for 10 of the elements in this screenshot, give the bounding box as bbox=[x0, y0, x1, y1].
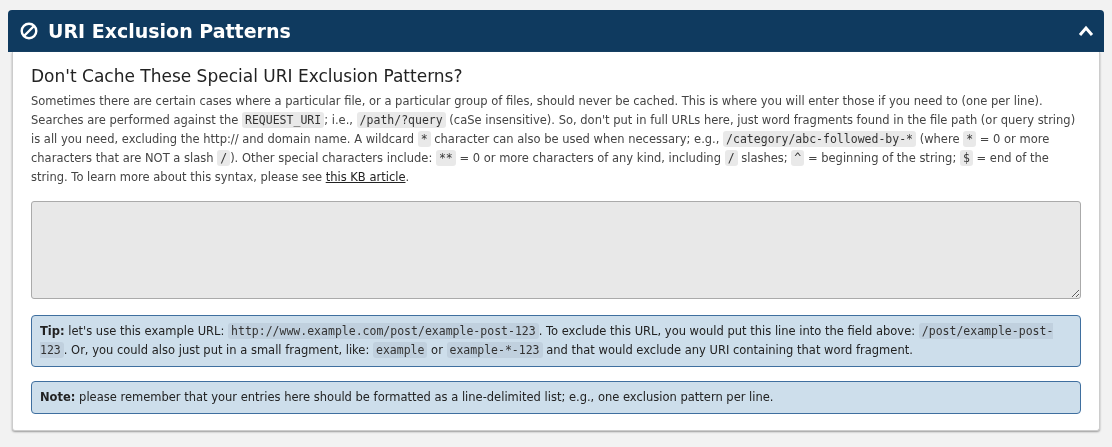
exclusion-patterns-field[interactable] bbox=[31, 201, 1081, 299]
panel-title: URI Exclusion Patterns bbox=[48, 20, 292, 42]
info-callout: Note: please remember that your entries here should be formatted as a line-delimited list; e.g., one exclusion pattern per line. bbox=[31, 381, 1081, 414]
info-callout: Tip: let's use this example URL: http://www.example.com/post/example-post-123 . To exclude this URL, you would put this line into the field above: /post/example-post-123 . Or, you could also just put in a small fragment, like: example or example-*-123 and that would exclude any URI containing that word fragment. bbox=[31, 315, 1081, 367]
kb-article-link[interactable]: this KB article bbox=[325, 170, 406, 184]
description-paragraph: Sometimes there are certain cases where a particular file, or a particular group of files, should never be cached. This is where you will enter those if you need to (one per line). Searches are performed against the REQUEST_URI ; i.e., /path/?query (caSe insensitive). So, don't put in full URLs here, just word fragments found in the file path (or query string) is all you need, excluding the http:// and domain name. A wildcard * character can also be used when necessary; e.g., /category/abc-followed-by-* (where * = 0 or more characters that are NOT a slash / ). Other special characters include: ** = 0 or more characters of any kind, including / slashes; ^ = beginning of the string; $ = end of the string. To learn more about this syntax, please see this KB article. bbox=[31, 93, 1077, 186]
panel-header[interactable]: URI Exclusion Patterns bbox=[8, 10, 1104, 52]
section-heading: Don't Cache These Special URI Exclusion Patterns? bbox=[31, 66, 464, 86]
chevron-up-icon[interactable] bbox=[1078, 25, 1094, 37]
prohibited-icon bbox=[20, 22, 38, 40]
